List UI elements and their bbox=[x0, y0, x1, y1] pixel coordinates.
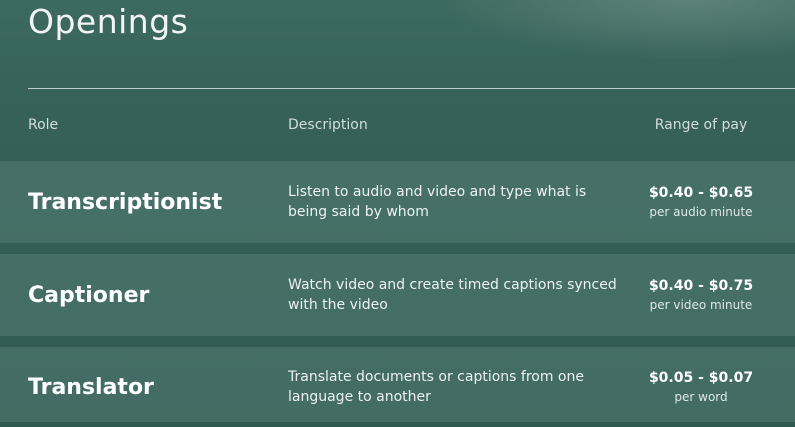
role-description: Translate documents or captions from one… bbox=[288, 369, 584, 405]
column-header-role: Role bbox=[28, 117, 59, 133]
role-name: Transcriptionist bbox=[28, 189, 223, 215]
column-header-pay: Range of pay bbox=[654, 117, 748, 133]
pay-cell: $0.05 - $0.07 per word bbox=[632, 347, 770, 427]
role-name: Translator bbox=[28, 374, 154, 400]
table-row-captioner: Captioner Watch video and create timed c… bbox=[0, 254, 795, 336]
column-header-description: Description bbox=[288, 117, 368, 133]
table-row-transcriptionist: Transcriptionist Listen to audio and vid… bbox=[0, 161, 795, 243]
page-title: Openings bbox=[28, 2, 189, 41]
pay-range: $0.40 - $0.65 bbox=[648, 185, 754, 201]
role-description: Listen to audio and video and type what … bbox=[288, 184, 587, 220]
pay-cell: $0.40 - $0.75 per video minute bbox=[632, 254, 770, 336]
role-description: Watch video and create timed captions sy… bbox=[288, 277, 617, 313]
pay-cell: $0.40 - $0.65 per audio minute bbox=[632, 161, 770, 243]
pay-unit: per video minute bbox=[649, 298, 753, 312]
role-name: Captioner bbox=[28, 282, 150, 308]
pay-range: $0.40 - $0.75 bbox=[648, 278, 754, 294]
pay-unit: per word bbox=[674, 390, 728, 404]
openings-section: Openings Role Description Range of pay T… bbox=[0, 0, 795, 422]
pay-unit: per audio minute bbox=[649, 205, 753, 219]
table-row-translator: Translator Translate documents or captio… bbox=[0, 347, 795, 422]
divider bbox=[28, 88, 795, 89]
pay-range: $0.05 - $0.07 bbox=[648, 370, 754, 386]
